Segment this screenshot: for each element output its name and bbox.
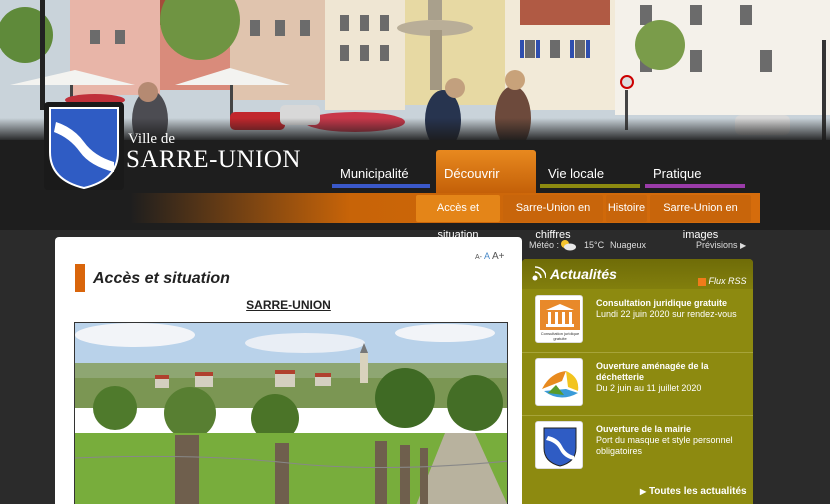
nav-color-bar [540,184,640,188]
news-item-title: Ouverture de la mairie [596,424,692,434]
hero-shadow [0,118,830,140]
news-thumbnail: Consultation juridique gratuite [535,295,583,343]
content-card: Accès et situation A- A A+ SARRE-UNION [55,237,522,504]
nav-item-label: Pratique [653,166,702,181]
news-thumbnail [535,421,583,469]
forecast-link[interactable]: Prévisions ▶ [696,240,746,250]
nav-item-label: Vie locale [548,166,605,181]
subnav-item-histoire[interactable]: Histoire [606,195,647,222]
rss-link[interactable]: Flux RSS [698,276,747,286]
news-item[interactable]: Ouverture aménagée de la déchetterie Du … [522,354,753,416]
nav-item-decouvrir[interactable]: Découvrir [436,160,536,188]
shield-icon [536,422,582,468]
village-landscape-illustration [75,323,507,504]
hero-photo [0,0,830,140]
page: Ville de SARRE-UNION Municipalité Découv… [0,0,830,504]
rss-icon [698,277,706,286]
chevron-right-icon: ▶ [640,487,647,496]
page-title: Accès et situation [93,270,230,287]
nav-item-label: Municipalité [340,166,409,181]
news-item-subtitle: Du 2 juin au 11 juillet 2020 [596,383,702,393]
partly-cloudy-icon [561,240,576,251]
subnav-item-images[interactable]: Sarre-Union en images [650,195,751,241]
subnav-item-acces[interactable]: Accès et situation [416,195,500,241]
weather-label: Météo : [529,240,560,250]
font-increase-button[interactable]: A+ [492,251,505,262]
forecast-link-label: Prévisions [696,240,738,250]
logo-town-name[interactable]: SARRE-UNION [126,146,301,174]
rss-label: Flux RSS [708,276,747,286]
coat-of-arms-icon[interactable] [44,102,124,190]
news-panel: Actualités Flux RSS Consultation juridiq… [522,259,753,504]
all-news-link[interactable]: ▶ Toutes les actualités [640,486,747,497]
nav-item-label: Découvrir [444,166,500,181]
font-decrease-button[interactable]: A- [475,254,482,261]
nav-item-pratique[interactable]: Pratique [645,160,745,188]
nav-item-municipalite[interactable]: Municipalité [332,160,430,188]
all-news-label: Toutes les actualités [648,486,747,497]
subnav-item-chiffres[interactable]: Sarre-Union en chiffres [503,195,603,241]
news-header: Actualités Flux RSS [522,259,753,289]
section-heading: SARRE-UNION [246,298,331,312]
news-item-subtitle: Lundi 22 juin 2020 sur rendez-vous [596,309,737,319]
landscape-photo [74,322,508,504]
font-reset-button[interactable]: A [484,251,490,261]
news-thumbnail [535,358,583,406]
recycling-icon [536,359,582,405]
news-item-title: Consultation juridique gratuite [596,298,727,308]
nav-item-vie-locale[interactable]: Vie locale [540,160,640,188]
broadcast-icon [532,266,546,281]
news-item[interactable]: Consultation juridique gratuite Consulta… [522,291,753,353]
thumbnail-caption: Consultation juridique gratuite [540,331,580,341]
chevron-right-icon: ▶ [740,241,747,250]
title-marker [75,264,85,292]
news-item[interactable]: Ouverture de la mairie Port du masque et… [522,417,753,479]
news-title: Actualités [550,266,617,282]
nav-color-bar [332,184,430,188]
nav-color-bar [645,184,745,188]
news-item-title: Ouverture aménagée de la déchetterie [596,361,709,382]
weather-description: Nuageux [610,240,647,250]
font-size-controls: A- A A+ [475,251,507,262]
news-item-subtitle: Port du masque et style personnel obliga… [596,435,733,456]
weather-temperature: 15°C [584,240,605,250]
